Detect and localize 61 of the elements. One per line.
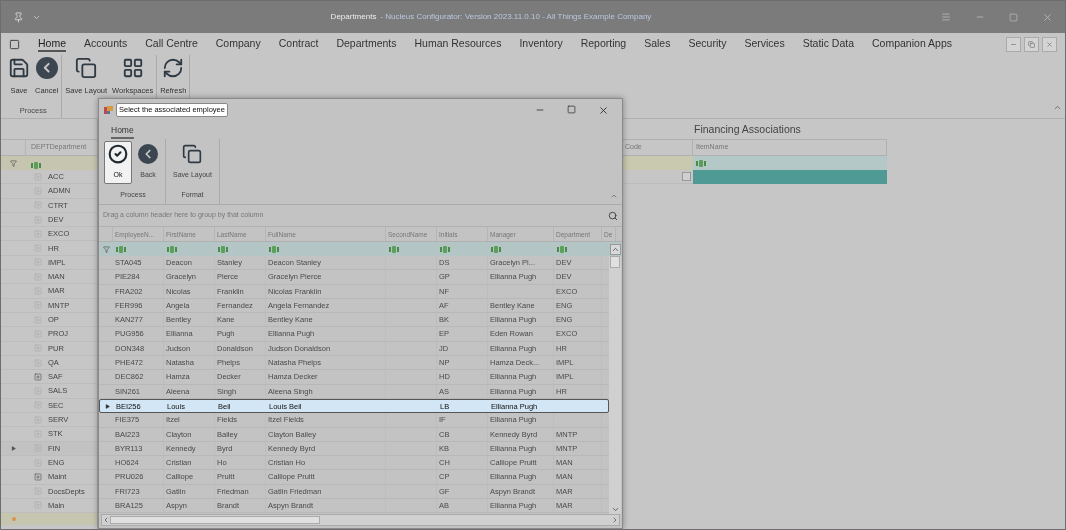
app-menu-icon[interactable] <box>9 38 20 50</box>
text-filter-icon <box>389 245 399 253</box>
scroll-up-icon[interactable] <box>610 243 621 255</box>
close-icon[interactable] <box>598 104 609 116</box>
current-row-icon <box>11 445 16 451</box>
scroll-right-icon[interactable] <box>611 516 619 524</box>
back-icon <box>138 144 158 164</box>
menu-tab[interactable]: Home <box>38 36 66 52</box>
collapse-icon[interactable] <box>610 192 618 200</box>
menu-tab[interactable]: Companion Apps <box>872 36 952 52</box>
save-icon <box>8 57 30 79</box>
scroll-thumb[interactable] <box>610 256 620 268</box>
check-icon <box>108 144 128 164</box>
scroll-left-icon[interactable] <box>102 516 110 524</box>
ellipsis-button[interactable] <box>682 172 691 181</box>
refresh-icon <box>162 57 185 79</box>
current-row-icon <box>104 403 110 409</box>
text-filter-icon <box>440 245 450 253</box>
menu-tab[interactable]: Company <box>215 36 261 52</box>
maximize-icon[interactable] <box>567 104 576 114</box>
selected-cell[interactable] <box>693 170 887 184</box>
menu-tab[interactable]: Departments <box>336 36 397 52</box>
filter-cell[interactable] <box>623 156 693 170</box>
back-icon <box>35 57 58 79</box>
text-filter-icon <box>557 245 567 253</box>
menu-tab[interactable]: Human Resources <box>414 36 502 52</box>
menu-tab[interactable]: Accounts <box>84 36 128 52</box>
horizontal-scrollbar[interactable] <box>101 514 620 526</box>
menu-tab[interactable]: Sales <box>644 36 671 52</box>
window-title: Departments <box>330 11 377 23</box>
scroll-down-icon[interactable] <box>610 505 620 514</box>
menu-tab[interactable]: Contract <box>278 36 319 52</box>
text-filter-icon <box>116 245 126 253</box>
text-filter-icon <box>696 159 706 167</box>
filter-icon[interactable] <box>102 245 110 253</box>
ribbon-tab[interactable]: Home <box>111 123 134 139</box>
menu-tab[interactable]: Security <box>688 36 727 52</box>
filter-icon[interactable] <box>10 159 17 167</box>
menu-tab[interactable]: Inventory <box>519 36 563 52</box>
minimize-icon[interactable] <box>1006 36 1021 52</box>
menu-tab[interactable]: Static Data <box>802 36 854 52</box>
grid-icon <box>121 57 144 79</box>
expand-icon[interactable] <box>34 472 42 481</box>
collapse-icon[interactable] <box>1053 103 1062 112</box>
restore-icon[interactable] <box>1024 36 1039 52</box>
app-logo-icon <box>104 105 113 115</box>
window-subtitle: - Nucleus Configurator: Version 2023.11.0.10 - All Things Example Company <box>380 11 652 23</box>
menu-tab[interactable]: Reporting <box>580 36 627 52</box>
menu-tab[interactable]: Call Centre <box>145 36 198 52</box>
scroll-thumb[interactable] <box>110 516 320 524</box>
panel-title: Financing Associations <box>693 122 802 137</box>
text-filter-icon <box>218 245 228 253</box>
text-filter-icon <box>31 162 41 169</box>
text-filter-icon <box>491 245 501 253</box>
expand-icon[interactable] <box>34 372 42 381</box>
maximize-icon[interactable] <box>1009 12 1018 22</box>
text-filter-icon <box>167 245 177 253</box>
vertical-scrollbar[interactable] <box>609 256 621 514</box>
text-filter-icon <box>269 245 279 253</box>
search-icon[interactable] <box>608 210 618 221</box>
menu-tab[interactable]: Services <box>744 36 785 52</box>
